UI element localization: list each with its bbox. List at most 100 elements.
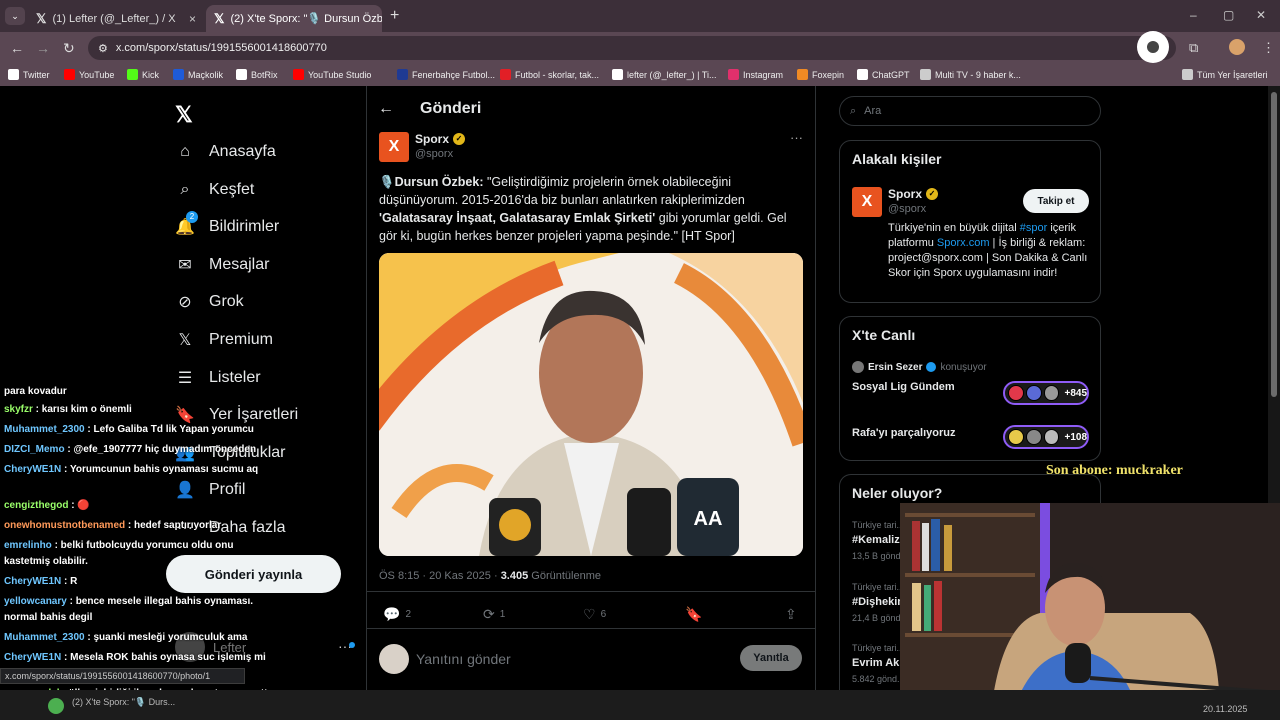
search-icon: ⌕: [850, 104, 857, 117]
tv-icon: [920, 69, 931, 80]
x-premium-icon: 𝕏: [178, 332, 192, 349]
bookmark-youtube[interactable]: YouTube: [64, 69, 114, 80]
back-icon[interactable]: ←: [10, 40, 24, 56]
space-title[interactable]: Sosyal Lig Gündem: [852, 381, 955, 393]
share-button[interactable]: ⇪: [785, 606, 802, 623]
home-icon: ⌂: [180, 143, 190, 160]
bookmark-botrix[interactable]: BotRix: [236, 69, 278, 80]
chat-username: yellowcanary: [4, 596, 67, 607]
bookmark-kick[interactable]: Kick: [127, 69, 159, 80]
address-bar[interactable]: ⚙ x.com/sporx/status/1991556001418600770: [88, 36, 1176, 60]
bookmark-tv[interactable]: Multi TV - 9 haber k...: [920, 69, 1021, 80]
trend-category: Türkiye tari...: [852, 582, 905, 592]
tab-search-button[interactable]: ⌄: [5, 7, 25, 25]
chat-message: Muhammet_2300 : şuanki mesleği yorumculu…: [4, 630, 272, 646]
sidebar-item-home[interactable]: ⌂ Anasayfa: [175, 142, 276, 162]
sidebar-item-label: Mesajlar: [209, 255, 270, 273]
bookmark-label: YouTube: [79, 69, 115, 80]
space-join-button[interactable]: +845: [1003, 381, 1089, 405]
bookmark-youtube-studio[interactable]: YouTube Studio: [293, 69, 371, 80]
taskbar-window-title[interactable]: (2) X'te Sporx: "🎙️ Durs...: [72, 697, 175, 708]
bookmark-foxepin[interactable]: Foxepin: [797, 69, 844, 80]
sporx-avatar[interactable]: X: [852, 187, 882, 217]
related-name[interactable]: Sporx ✓: [888, 187, 939, 201]
chat-message: cengizthegod : 🔴: [4, 498, 272, 514]
chat-message: DIZCI_Memo : @efe_1907777 hiç duymadım ö…: [4, 442, 272, 458]
like-icon: ♡: [583, 606, 596, 622]
hashtag-link[interactable]: #spor: [1020, 222, 1048, 234]
bio-link[interactable]: Sporx.com: [937, 237, 990, 249]
menu-icon[interactable]: ⋮: [1262, 40, 1275, 56]
author-handle[interactable]: @sporx: [415, 148, 453, 160]
retweet-button[interactable]: ⟳ 1: [483, 606, 505, 623]
chrome-icon[interactable]: [48, 698, 64, 714]
record-indicator-icon: [1137, 31, 1169, 63]
maximize-button[interactable]: ▢: [1223, 8, 1234, 22]
kick-icon: [127, 69, 138, 80]
bookmark-button[interactable]: 🔖: [685, 606, 707, 623]
trend-count: 5.842 gönd...: [852, 674, 905, 684]
sporx-avatar[interactable]: X: [379, 132, 409, 162]
back-arrow-icon[interactable]: ←: [378, 100, 394, 118]
bookmark-mackolik[interactable]: Maçkolik: [173, 69, 223, 80]
live-host[interactable]: Ersin Sezer konuşuyor: [852, 361, 987, 373]
sidebar-item-bell[interactable]: 🔔 2 Bildirimler: [175, 211, 279, 237]
reload-icon[interactable]: ↻: [63, 40, 75, 57]
divider: [366, 591, 815, 592]
extensions-icon[interactable]: ⧉: [1189, 40, 1198, 56]
bell-icon: 🔔 2: [175, 211, 198, 237]
author-name[interactable]: Sporx ✓: [415, 132, 466, 146]
chat-text: : R: [61, 576, 78, 587]
sidebar-item-search[interactable]: ⌕ Keşfet: [175, 180, 255, 200]
column-divider: [366, 86, 367, 690]
space-count: +845: [1064, 387, 1088, 399]
webcam-illustration: [900, 503, 1280, 720]
webcam-overlay: [900, 503, 1280, 720]
x-logo-icon[interactable]: 𝕏: [175, 102, 193, 128]
tab-lefter[interactable]: 𝕏 (1) Lefter (@_Lefter_) / X ×: [28, 5, 204, 32]
verified-badge-icon: [926, 362, 937, 372]
reply-input[interactable]: Yanıtını gönder: [416, 651, 511, 667]
chat-message: yellowcanary : bence mesele illegal bahi…: [4, 594, 272, 626]
post-photo[interactable]: AA: [379, 253, 803, 556]
space-title[interactable]: Rafa'yı parçalıyoruz: [852, 427, 956, 439]
bookmark-instagram[interactable]: Instagram: [728, 69, 783, 80]
sidebar-item-mail[interactable]: ✉ Mesajlar: [175, 255, 269, 275]
chat-username: cengizthegod: [4, 500, 69, 511]
post-more-icon[interactable]: ···: [790, 130, 803, 145]
search-input[interactable]: ⌕ Ara: [839, 96, 1101, 126]
host-status: konuşuyor: [940, 361, 987, 373]
sidebar-item-x-premium[interactable]: 𝕏 Premium: [175, 330, 273, 350]
bookmark-label: ChatGPT: [872, 69, 910, 80]
action-count: 6: [600, 609, 607, 620]
x-icon: 𝕏: [214, 10, 225, 26]
bookmark-folder[interactable]: Tüm Yer İşaretleri: [1182, 69, 1268, 80]
bookmark-tiktok[interactable]: lefter (@_lefter_) | Ti...: [612, 69, 717, 80]
scrollbar-thumb[interactable]: [1271, 92, 1277, 397]
reply-button[interactable]: 💬 2: [383, 606, 411, 623]
space-join-button[interactable]: +108: [1003, 425, 1089, 449]
like-button[interactable]: ♡ 6: [583, 606, 606, 623]
chat-message: Muhammet_2300 : Lefo Galiba Td lik Yapan…: [4, 422, 272, 438]
tab-close-icon[interactable]: ×: [189, 12, 196, 26]
tiktok-icon: [612, 69, 623, 80]
minimize-button[interactable]: –: [1190, 8, 1197, 22]
sidebar-item-label: Keşfet: [209, 180, 255, 198]
reply-button[interactable]: Yanıtla: [740, 645, 802, 671]
new-tab-button[interactable]: +: [390, 7, 399, 25]
chat-username: CheryWE1N: [4, 652, 62, 663]
bookmark-chatgpt[interactable]: ChatGPT: [857, 69, 910, 80]
bookmark-fenerbahce[interactable]: Fenerbahçe Futbol...: [397, 69, 495, 80]
site-info-icon[interactable]: ⚙: [98, 42, 108, 55]
bookmark-flashscore[interactable]: Futbol - skorlar, tak...: [500, 69, 599, 80]
sidebar-item-grok[interactable]: ⊘ Grok: [175, 292, 243, 312]
chat-username: skyfzr: [4, 404, 33, 415]
chat-username: onewhomustnotbenamed: [4, 520, 126, 531]
forward-icon[interactable]: →: [36, 40, 50, 56]
tab-sporx[interactable]: 𝕏 (2) X'te Sporx: "🎙️ Dursun Özb... ×: [206, 5, 382, 32]
profile-avatar[interactable]: [1229, 39, 1245, 55]
bookmark-x[interactable]: Twitter: [8, 69, 50, 80]
follow-button[interactable]: Takip et: [1023, 189, 1089, 213]
close-window-button[interactable]: ✕: [1256, 8, 1266, 22]
avatar: [1043, 429, 1060, 445]
